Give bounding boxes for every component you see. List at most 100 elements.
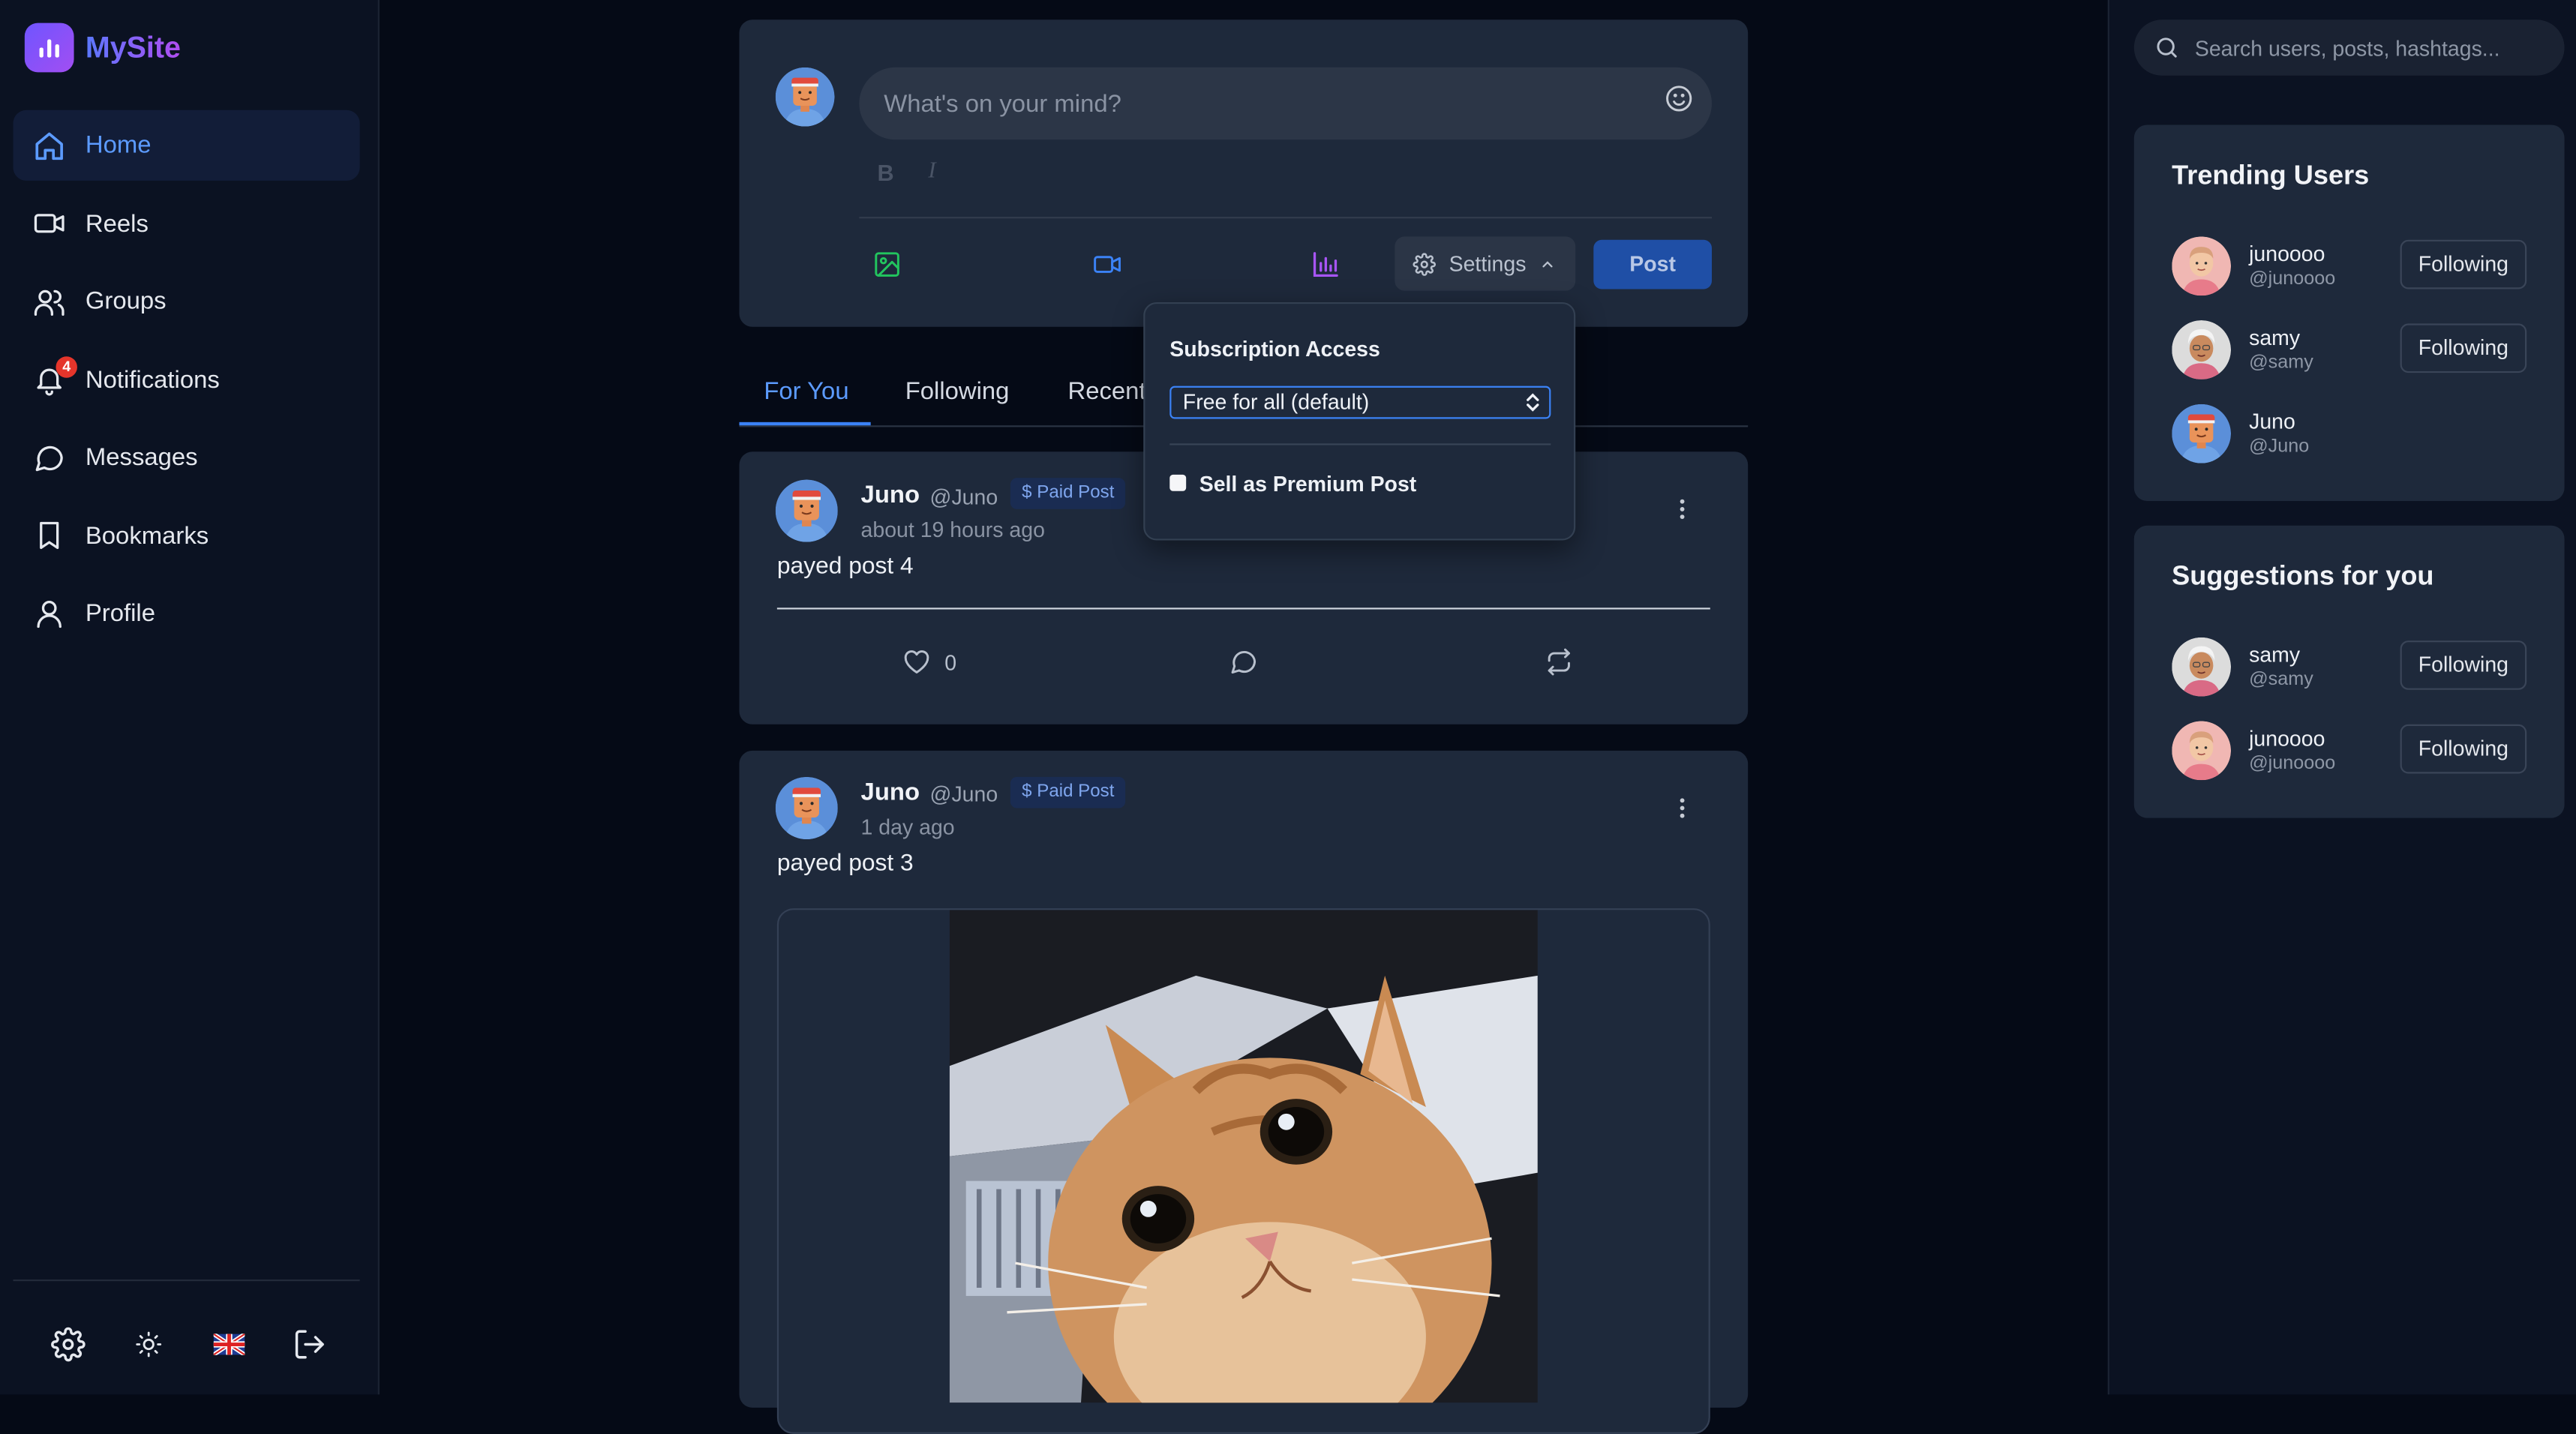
post-composer: B I Settings Post: [739, 20, 1749, 327]
user-handle: @samy: [2249, 352, 2313, 374]
notification-badge: 4: [56, 356, 77, 377]
search-box: [2133, 20, 2565, 76]
theme-sun-icon: [135, 1330, 161, 1357]
user-row[interactable]: junoooo @junoooo Following: [2172, 721, 2527, 783]
post-text: payed post 4: [776, 554, 914, 580]
theme-toggle-button[interactable]: [130, 1325, 166, 1361]
user-handle: @Juno: [2249, 436, 2310, 457]
more-vertical-icon[interactable]: [1669, 496, 1695, 522]
post-media[interactable]: [776, 908, 1710, 1434]
emoji-icon[interactable]: [1664, 84, 1693, 113]
post-time: 1 day ago: [860, 814, 955, 840]
post-author[interactable]: Juno: [861, 778, 920, 806]
main-nav: Home Reels Groups 4 Notifications Messag…: [13, 110, 360, 656]
user-avatar[interactable]: [2172, 404, 2231, 464]
tab-following[interactable]: Following: [905, 378, 1010, 406]
like-count: 0: [944, 650, 957, 674]
bold-button[interactable]: B: [877, 159, 893, 185]
paid-post-badge: $ Paid Post: [1010, 776, 1126, 808]
uk-flag-icon: [212, 1333, 245, 1354]
user-name[interactable]: junoooo: [2249, 242, 2325, 266]
user-avatar[interactable]: [2172, 236, 2231, 296]
premium-post-label[interactable]: Sell as Premium Post: [1199, 472, 1417, 496]
italic-button[interactable]: I: [928, 159, 935, 185]
brand[interactable]: MySite: [24, 22, 181, 73]
tab-for-you[interactable]: For You: [764, 378, 848, 406]
comment-button[interactable]: [1229, 647, 1258, 676]
subscription-settings-popover: Subscription Access Free for all (defaul…: [1143, 302, 1576, 541]
user-row[interactable]: junoooo @junoooo Following: [2172, 236, 2527, 298]
following-button[interactable]: Following: [2400, 724, 2527, 774]
nav-item-label: Home: [85, 131, 152, 160]
nav-item-label: Reels: [85, 209, 149, 238]
active-tab-indicator: [739, 422, 871, 426]
video-icon: [34, 214, 65, 233]
following-button[interactable]: Following: [2400, 239, 2527, 290]
post-avatar[interactable]: [776, 777, 838, 839]
subscription-access-select[interactable]: Free for all (default): [1169, 386, 1551, 419]
post-avatar[interactable]: [776, 479, 838, 542]
popover-divider: [1169, 443, 1551, 446]
repost-button[interactable]: [1545, 647, 1574, 676]
paid-post-badge: $ Paid Post: [1010, 478, 1126, 509]
poll-chart-icon[interactable]: [1311, 250, 1341, 279]
user-avatar[interactable]: [2172, 721, 2231, 780]
nav-item-reels[interactable]: Reels: [14, 188, 360, 259]
users-icon: [34, 289, 65, 315]
post-button[interactable]: Post: [1593, 239, 1712, 290]
user-avatar[interactable]: [2172, 638, 2231, 697]
logout-icon: [294, 1329, 323, 1358]
post-author[interactable]: Juno: [861, 482, 920, 509]
composer-divider: [859, 217, 1712, 219]
bookmark-icon: [40, 521, 59, 550]
tab-recent[interactable]: Recent: [1068, 378, 1146, 406]
trending-users-card: Trending Users junoooo @junoooo Followin…: [2133, 124, 2565, 501]
right-sidebar: Trending Users junoooo @junoooo Followin…: [2107, 0, 2576, 1394]
subscription-selected-value: Free for all (default): [1182, 389, 1370, 414]
brand-logo-icon: [24, 22, 74, 73]
video-upload-icon[interactable]: [1092, 250, 1121, 279]
post-time: about 19 hours ago: [860, 517, 1045, 542]
nav-item-messages[interactable]: Messages: [14, 422, 360, 493]
like-button[interactable]: 0: [902, 647, 956, 676]
sidebar-divider: [13, 1280, 360, 1282]
premium-post-checkbox[interactable]: [1169, 474, 1187, 491]
nav-item-notifications[interactable]: 4 Notifications: [14, 344, 360, 415]
user-handle: @junoooo: [2249, 754, 2336, 774]
user-name[interactable]: junoooo: [2249, 726, 2325, 751]
post-handle: @Juno: [929, 782, 998, 807]
nav-item-profile[interactable]: Profile: [14, 578, 360, 649]
card-title: Suggestions for you: [2172, 561, 2434, 592]
language-button[interactable]: [210, 1325, 246, 1361]
card-title: Trending Users: [2172, 160, 2370, 191]
message-circle-icon: [35, 445, 63, 471]
user-row[interactable]: Juno @Juno: [2172, 404, 2526, 466]
more-vertical-icon[interactable]: [1669, 795, 1695, 821]
comment-icon: [1231, 651, 1256, 674]
user-row[interactable]: samy @samy Following: [2172, 320, 2527, 382]
settings-button[interactable]: [50, 1325, 86, 1361]
image-icon[interactable]: [872, 250, 902, 279]
settings-icon: [50, 1326, 85, 1361]
user-name[interactable]: samy: [2249, 642, 2300, 667]
user-name[interactable]: samy: [2249, 326, 2300, 350]
settings-dropdown-button[interactable]: Settings: [1395, 236, 1576, 291]
search-input[interactable]: [2194, 20, 2548, 76]
nav-item-bookmarks[interactable]: Bookmarks: [14, 500, 360, 571]
nav-item-label: Bookmarks: [85, 521, 209, 550]
composer-avatar[interactable]: [776, 68, 835, 127]
post-card: Juno @Juno $ Paid Post 1 day ago payed p…: [739, 750, 1749, 1434]
sidebar-footer: [50, 1325, 371, 1361]
logout-button[interactable]: [291, 1325, 327, 1361]
user-avatar[interactable]: [2172, 320, 2231, 380]
repost-icon: [1548, 648, 1570, 676]
nav-item-home[interactable]: Home: [13, 110, 360, 181]
user-name[interactable]: Juno: [2249, 409, 2295, 434]
user-icon: [37, 599, 62, 628]
following-button[interactable]: Following: [2400, 323, 2527, 374]
following-button[interactable]: Following: [2400, 640, 2527, 690]
brand-name: MySite: [86, 31, 181, 65]
user-row[interactable]: samy @samy Following: [2172, 638, 2527, 700]
post-input[interactable]: [859, 67, 1712, 140]
nav-item-groups[interactable]: Groups: [14, 266, 360, 337]
